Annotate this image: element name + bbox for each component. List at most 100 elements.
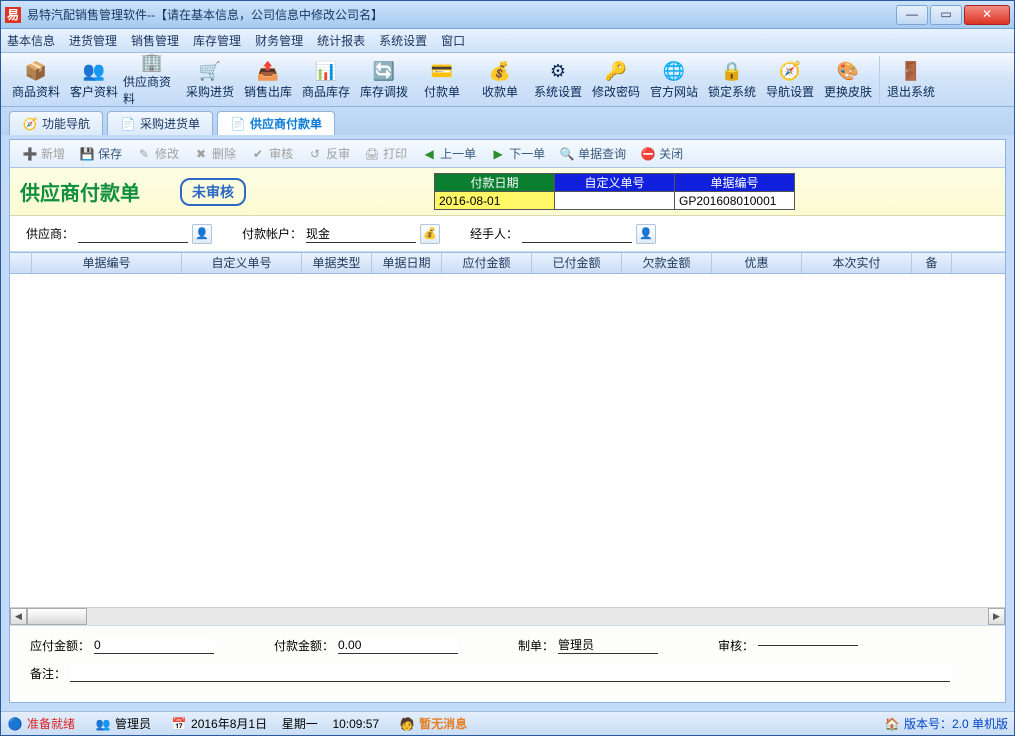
toolbar-5[interactable]: 📊商品库存 (297, 56, 355, 104)
toolbar-icon: 📦 (24, 59, 48, 83)
toolbar-8[interactable]: 💰收款单 (471, 56, 529, 104)
print-button[interactable]: 🖨打印 (358, 143, 413, 165)
toolbar-2[interactable]: 🏢供应商资料 (123, 56, 181, 104)
toolbar-icon: 🔒 (720, 59, 744, 83)
save-icon: 💾 (79, 146, 95, 162)
account-input[interactable] (306, 225, 416, 243)
col-header[interactable]: 单据日期 (372, 253, 442, 273)
account-picker[interactable]: 💰 (420, 224, 440, 244)
toolbar-icon: 🛒 (198, 59, 222, 83)
doc-header: 供应商付款单 未审核 付款日期 自定义单号 单据编号 2016-08-01 GP… (10, 168, 1005, 216)
content-area: ➕新增 💾保存 ✎修改 ✖删除 ✔审核 ↺反审 🖨打印 ◀上一单 ▶下一单 🔍单… (9, 139, 1006, 703)
scroll-left-arrow[interactable]: ◀ (10, 608, 27, 625)
toolbar-0[interactable]: 📦商品资料 (7, 56, 65, 104)
toolbar-11[interactable]: 🌐官方网站 (645, 56, 703, 104)
toolbar-14[interactable]: 🎨更换皮肤 (819, 56, 877, 104)
menu-basic[interactable]: 基本信息 (7, 32, 55, 49)
next-button[interactable]: ▶下一单 (484, 143, 551, 165)
form-toolbar: ➕新增 💾保存 ✎修改 ✖删除 ✔审核 ↺反审 🖨打印 ◀上一单 ▶下一单 🔍单… (10, 140, 1005, 168)
toolbar-15[interactable]: 🚪退出系统 (882, 56, 940, 104)
col-header[interactable]: 备 (912, 253, 952, 273)
undo-icon: ↺ (307, 146, 323, 162)
new-button[interactable]: ➕新增 (16, 143, 71, 165)
nav-icon: 🧭 (22, 116, 38, 132)
query-button[interactable]: 🔍单据查询 (553, 143, 632, 165)
home-icon: 🏠 (884, 716, 900, 732)
menu-sales[interactable]: 销售管理 (131, 32, 179, 49)
doc-info-table: 付款日期 自定义单号 单据编号 2016-08-01 GP20160801000… (434, 173, 795, 210)
col-header[interactable]: 已付金额 (532, 253, 622, 273)
toolbar-6[interactable]: 🔄库存调拨 (355, 56, 413, 104)
col-header[interactable]: 欠款金额 (622, 253, 712, 273)
doc-title: 供应商付款单 (20, 177, 140, 206)
toolbar-9[interactable]: ⚙系统设置 (529, 56, 587, 104)
save-button[interactable]: 💾保存 (73, 143, 128, 165)
menu-inventory[interactable]: 库存管理 (193, 32, 241, 49)
titlebar: 易 易特汽配销售管理软件--【请在基本信息，公司信息中修改公司名】 ― ▭ ✕ (1, 1, 1014, 29)
remark-input[interactable] (70, 664, 950, 682)
handler-input[interactable] (522, 225, 632, 243)
pay-date-value[interactable]: 2016-08-01 (435, 192, 555, 210)
maximize-button[interactable]: ▭ (930, 5, 962, 25)
grid-header: 单据编号自定义单号单据类型单据日期应付金额已付金额欠款金额优惠本次实付备 (10, 252, 1005, 274)
handler-picker[interactable]: 👤 (636, 224, 656, 244)
bill-no-value: GP201608010001 (675, 192, 795, 210)
supplier-picker[interactable]: 👤 (192, 224, 212, 244)
unaudit-button[interactable]: ↺反审 (301, 143, 356, 165)
toolbar-icon: 🔑 (604, 59, 628, 83)
close-form-button[interactable]: ⛔关闭 (634, 143, 689, 165)
scroll-right-arrow[interactable]: ▶ (988, 608, 1005, 625)
col-header[interactable]: 优惠 (712, 253, 802, 273)
audit-button[interactable]: ✔审核 (244, 143, 299, 165)
audit-stamp: 未审核 (180, 178, 246, 206)
menu-reports[interactable]: 统计报表 (317, 32, 365, 49)
status-date: 2016年8月1日 (191, 715, 267, 732)
menu-system[interactable]: 系统设置 (379, 32, 427, 49)
menu-window[interactable]: 窗口 (441, 32, 465, 49)
pay-date-header: 付款日期 (435, 174, 555, 192)
scroll-thumb[interactable] (27, 608, 87, 625)
toolbar-icon: 🏢 (140, 52, 164, 73)
col-header[interactable]: 应付金额 (442, 253, 532, 273)
menu-purchase[interactable]: 进货管理 (69, 32, 117, 49)
minimize-button[interactable]: ― (896, 5, 928, 25)
toolbar-icon: 💰 (488, 59, 512, 83)
message-icon: 🧑 (399, 716, 415, 732)
edit-icon: ✎ (136, 146, 152, 162)
tab-navigation[interactable]: 🧭功能导航 (9, 111, 103, 135)
payamt-input[interactable] (338, 636, 458, 654)
prev-button[interactable]: ◀上一单 (415, 143, 482, 165)
toolbar-10[interactable]: 🔑修改密码 (587, 56, 645, 104)
horizontal-scrollbar[interactable]: ◀ ▶ (10, 607, 1005, 625)
status-icon: 🔵 (7, 716, 23, 732)
delete-button[interactable]: ✖删除 (187, 143, 242, 165)
toolbar-7[interactable]: 💳付款单 (413, 56, 471, 104)
toolbar-3[interactable]: 🛒采购进货 (181, 56, 239, 104)
custom-no-header: 自定义单号 (555, 174, 675, 192)
payable-input[interactable] (94, 636, 214, 654)
menu-finance[interactable]: 财务管理 (255, 32, 303, 49)
col-header[interactable]: 单据类型 (302, 253, 372, 273)
statusbar: 🔵准备就绪 👥管理员 📅2016年8月1日 星期一 10:09:57 🧑暂无消息… (1, 711, 1014, 735)
main-toolbar: 📦商品资料👥客户资料🏢供应商资料🛒采购进货📤销售出库📊商品库存🔄库存调拨💳付款单… (1, 53, 1014, 107)
doc-icon: 📄 (230, 116, 246, 132)
toolbar-1[interactable]: 👥客户资料 (65, 56, 123, 104)
status-ready: 准备就绪 (27, 715, 75, 732)
col-header[interactable]: 本次实付 (802, 253, 912, 273)
col-header[interactable]: 单据编号 (32, 253, 182, 273)
col-header[interactable]: 自定义单号 (182, 253, 302, 273)
toolbar-13[interactable]: 🧭导航设置 (761, 56, 819, 104)
tab-supplier-payment[interactable]: 📄供应商付款单 (217, 111, 335, 135)
close-button[interactable]: ✕ (964, 5, 1010, 25)
edit-button[interactable]: ✎修改 (130, 143, 185, 165)
document-tabs: 🧭功能导航 📄采购进货单 📄供应商付款单 (1, 107, 1014, 135)
tab-purchase-order[interactable]: 📄采购进货单 (107, 111, 213, 135)
grid-body[interactable] (10, 274, 1005, 607)
menubar: 基本信息 进货管理 销售管理 库存管理 财务管理 统计报表 系统设置 窗口 (1, 29, 1014, 53)
toolbar-4[interactable]: 📤销售出库 (239, 56, 297, 104)
auditor-value (758, 645, 858, 646)
supplier-input[interactable] (78, 225, 188, 243)
toolbar-12[interactable]: 🔒锁定系统 (703, 56, 761, 104)
toolbar-icon: 💳 (430, 59, 454, 83)
custom-no-value[interactable] (555, 192, 675, 210)
